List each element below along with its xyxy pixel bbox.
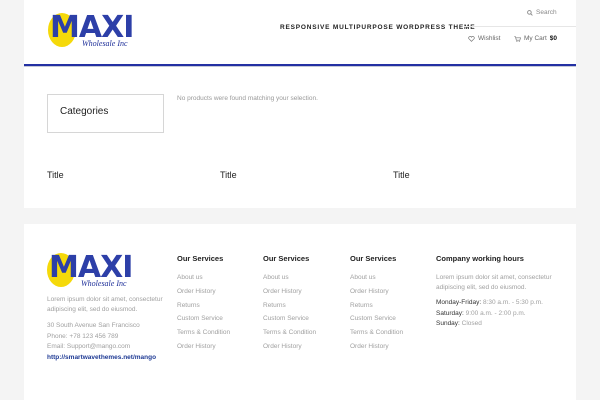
service-link-about-us[interactable]: About us xyxy=(177,273,230,287)
wishlist-label: Wishlist xyxy=(478,35,501,42)
services-title: Our Services xyxy=(177,254,224,263)
service-link-custom-service[interactable]: Custom Service xyxy=(350,314,403,328)
column-title: Title xyxy=(220,170,237,180)
footer-address: 30 South Avenue San Francisco xyxy=(47,322,140,329)
hours-day: Sunday: xyxy=(436,320,460,327)
heart-icon xyxy=(468,35,475,42)
service-link-terms[interactable]: Terms & Condition xyxy=(350,328,403,342)
logo-subtitle: Wholesale Inc xyxy=(82,39,128,48)
service-link-returns[interactable]: Returns xyxy=(263,301,316,315)
services-column: Our Services About us Order History Retu… xyxy=(263,254,316,356)
search-underline xyxy=(464,26,576,27)
hours-row: Monday-Friday: 8:30 a.m. - 5:30 p.m. xyxy=(436,298,566,309)
footer-description: Lorem ipsum dolor sit amet, consectetur … xyxy=(47,296,163,313)
service-link-order-history[interactable]: Order History xyxy=(350,342,403,356)
working-hours-title: Company working hours xyxy=(436,254,524,263)
search-button[interactable]: Search xyxy=(527,9,557,16)
cart-icon xyxy=(514,35,521,42)
cart-link[interactable]: My Cart $0 xyxy=(514,35,557,42)
service-link-order-history[interactable]: Order History xyxy=(177,287,230,301)
service-link-returns[interactable]: Returns xyxy=(177,301,230,315)
hours-day: Saturday: xyxy=(436,309,464,317)
search-label: Search xyxy=(536,9,557,16)
navigation-bar-shadow xyxy=(24,66,576,67)
service-link-terms[interactable]: Terms & Condition xyxy=(263,328,316,342)
service-link-custom-service[interactable]: Custom Service xyxy=(177,314,230,328)
hours-time: 9:00 a.m. - 2:00 p.m. xyxy=(465,309,526,317)
footer-email: Email: Support@mango.com xyxy=(47,343,131,350)
cart-amount: $0 xyxy=(549,35,557,42)
services-column: Our Services About us Order History Retu… xyxy=(177,254,230,356)
services-title: Our Services xyxy=(350,254,397,263)
wishlist-link[interactable]: Wishlist xyxy=(468,35,500,42)
footer-phone: Phone: +78 123 456 789 xyxy=(47,332,119,340)
service-link-terms[interactable]: Terms & Condition xyxy=(177,328,230,342)
service-link-order-history[interactable]: Order History xyxy=(350,287,403,301)
service-link-order-history[interactable]: Order History xyxy=(177,342,230,356)
hours-time: Closed xyxy=(461,320,482,327)
cart-label: My Cart xyxy=(524,35,547,42)
services-title: Our Services xyxy=(263,254,310,263)
footer-logo[interactable]: MAXI Wholesale Inc xyxy=(47,250,133,290)
service-link-order-history[interactable]: Order History xyxy=(263,287,316,301)
search-icon xyxy=(527,9,533,16)
hours-time: 8:30 a.m. - 5:30 p.m. xyxy=(482,299,543,306)
logo-subtitle: Wholesale Inc xyxy=(81,279,127,288)
site-tagline: RESPONSIVE MULTIPURPOSE WORDPRESS THEME xyxy=(280,24,476,31)
service-link-about-us[interactable]: About us xyxy=(350,273,403,287)
column-title: Title xyxy=(393,170,410,180)
hours-row: Sunday: Closed xyxy=(436,319,566,330)
hours-day: Monday-Friday: xyxy=(436,299,482,306)
services-column: Our Services About us Order History Retu… xyxy=(350,254,403,356)
categories-title: Categories xyxy=(60,106,109,117)
service-link-custom-service[interactable]: Custom Service xyxy=(263,314,316,328)
footer: MAXI Wholesale Inc Lorem ipsum dolor sit… xyxy=(24,224,576,400)
main-card: MAXI Wholesale Inc RESPONSIVE MULTIPURPO… xyxy=(24,0,576,208)
service-link-returns[interactable]: Returns xyxy=(350,301,403,315)
no-products-message: No products were found matching your sel… xyxy=(177,95,318,102)
header-logo[interactable]: MAXI Wholesale Inc xyxy=(48,10,134,50)
footer-contact: 30 South Avenue San Francisco Phone: +78… xyxy=(47,321,140,353)
hours-row: Saturday: 9:00 a.m. - 2:00 p.m. xyxy=(436,309,566,320)
footer-website-link[interactable]: http://smartwavethemes.net/mango xyxy=(47,354,156,361)
column-title: Title xyxy=(47,170,64,180)
working-hours-description: Lorem ipsum dolor sit amet, consectetur … xyxy=(436,274,552,291)
service-link-order-history[interactable]: Order History xyxy=(263,342,316,356)
working-hours: Company working hours Lorem ipsum dolor … xyxy=(436,254,566,330)
service-link-about-us[interactable]: About us xyxy=(263,273,316,287)
categories-widget: Categories xyxy=(47,94,164,133)
